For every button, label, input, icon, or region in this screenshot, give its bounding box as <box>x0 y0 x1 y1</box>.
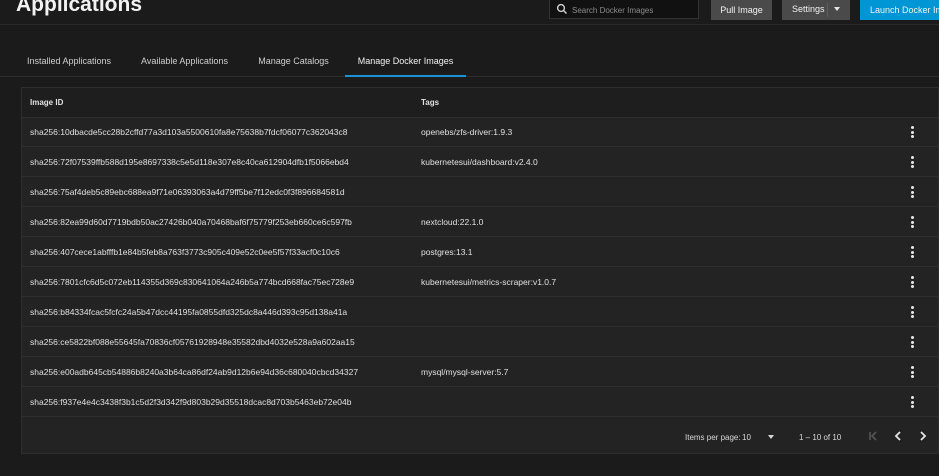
more-vert-icon[interactable] <box>906 275 918 289</box>
tab-available-applications[interactable]: Available Applications <box>128 45 241 76</box>
more-vert-icon[interactable] <box>906 125 918 139</box>
tab-manage-catalogs[interactable]: Manage Catalogs <box>246 45 341 76</box>
settings-divider <box>827 3 828 17</box>
tab-label: Manage Docker Images <box>357 55 454 66</box>
image-id-cell: sha256:82ea99d60d7719bdb50ac27426b040a70… <box>30 217 352 227</box>
image-id-cell: sha256:10dbacde5cc28b2cffd77a3d103a55006… <box>30 127 348 137</box>
more-vert-icon[interactable] <box>906 305 918 319</box>
table-row: sha256:407cece1abfffb1e84b5feb8a763f3773… <box>22 237 938 267</box>
image-id-cell: sha256:f937e4e4c3438f3b1c5d2f3d342f9d803… <box>30 397 352 407</box>
table-row: sha256:b84334fcac5fcfc24a5b47dcc44195fa0… <box>22 297 938 327</box>
table-row: sha256:e00adb645cb54886b8240a3b64ca86df2… <box>22 357 938 387</box>
chevron-down-icon <box>768 435 774 439</box>
first-page-icon[interactable] <box>866 429 880 443</box>
table-row: sha256:72f07539ffb588d195e8697338c5e5d11… <box>22 147 938 177</box>
image-id-cell: sha256:72f07539ffb588d195e8697338c5e5d11… <box>30 157 349 167</box>
column-header-tags[interactable]: Tags <box>421 98 439 107</box>
docker-images-table: Image ID Tags sha256:10dbacde5cc28b2cffd… <box>21 87 939 454</box>
items-per-page-value: 10 <box>742 433 751 442</box>
launch-docker-image-label: Launch Docker Image <box>870 5 939 15</box>
more-vert-icon[interactable] <box>906 245 918 259</box>
search-icon <box>556 3 568 15</box>
tags-cell: openebs/zfs-driver:1.9.3 <box>421 127 513 137</box>
tab-bar: Installed Applications Available Applica… <box>0 45 939 77</box>
page-title: Applications <box>16 0 143 16</box>
more-vert-icon[interactable] <box>906 155 918 169</box>
table-row: sha256:75af4deb5c89ebc688ea9f71e06393063… <box>22 177 938 207</box>
chevron-left-icon[interactable] <box>891 429 905 443</box>
column-header-image-id[interactable]: Image ID <box>30 98 63 107</box>
chevron-down-icon[interactable] <box>834 7 840 11</box>
more-vert-icon[interactable] <box>906 395 918 409</box>
table-row: sha256:7801cfc6d5c072eb114355d369c830641… <box>22 267 938 297</box>
image-id-cell: sha256:b84334fcac5fcfc24a5b47dcc44195fa0… <box>30 307 348 317</box>
top-bar: Applications Pull Image Settings Launch … <box>0 0 939 25</box>
chevron-right-icon[interactable] <box>916 429 930 443</box>
tab-manage-docker-images[interactable]: Manage Docker Images <box>345 45 466 77</box>
search-input[interactable] <box>570 1 699 19</box>
image-id-cell: sha256:ce5822bf088e55645fa70836cf0576192… <box>30 337 355 347</box>
table-row: sha256:f937e4e4c3438f3b1c5d2f3d342f9d803… <box>22 387 938 417</box>
tab-label: Available Applications <box>141 55 228 66</box>
settings-label: Settings <box>792 4 825 14</box>
pull-image-label: Pull Image <box>720 5 763 15</box>
range-label: 1 – 10 of 10 <box>799 433 842 442</box>
settings-button[interactable]: Settings <box>782 0 850 20</box>
table-row: sha256:ce5822bf088e55645fa70836cf0576192… <box>22 327 938 357</box>
tags-cell: kubernetesui/metrics-scraper:v1.0.7 <box>421 277 557 287</box>
tags-cell: nextcloud:22.1.0 <box>421 217 484 227</box>
table-header: Image ID Tags <box>22 88 938 118</box>
more-vert-icon[interactable] <box>906 335 918 349</box>
image-id-cell: sha256:75af4deb5c89ebc688ea9f71e06393063… <box>30 187 345 197</box>
pull-image-button[interactable]: Pull Image <box>711 0 772 20</box>
more-vert-icon[interactable] <box>906 365 918 379</box>
tags-cell: postgres:13.1 <box>421 247 473 257</box>
tab-installed-applications[interactable]: Installed Applications <box>14 45 124 76</box>
tab-label: Manage Catalogs <box>258 55 329 66</box>
image-id-cell: sha256:7801cfc6d5c072eb114355d369c830641… <box>30 277 355 287</box>
image-id-cell: sha256:e00adb645cb54886b8240a3b64ca86df2… <box>30 367 359 377</box>
items-per-page-label: Items per page: <box>685 433 741 442</box>
search-box[interactable] <box>549 0 699 19</box>
tags-cell: kubernetesui/dashboard:v2.4.0 <box>421 157 538 167</box>
more-vert-icon[interactable] <box>906 215 918 229</box>
tab-label: Installed Applications <box>26 55 112 66</box>
table-row: sha256:82ea99d60d7719bdb50ac27426b040a70… <box>22 207 938 237</box>
more-vert-icon[interactable] <box>906 185 918 199</box>
launch-docker-image-button[interactable]: Launch Docker Image <box>860 0 939 20</box>
tags-cell: mysql/mysql-server:5.7 <box>421 367 509 377</box>
image-id-cell: sha256:407cece1abfffb1e84b5feb8a763f3773… <box>30 247 340 257</box>
table-row: sha256:10dbacde5cc28b2cffd77a3d103a55006… <box>22 117 938 147</box>
